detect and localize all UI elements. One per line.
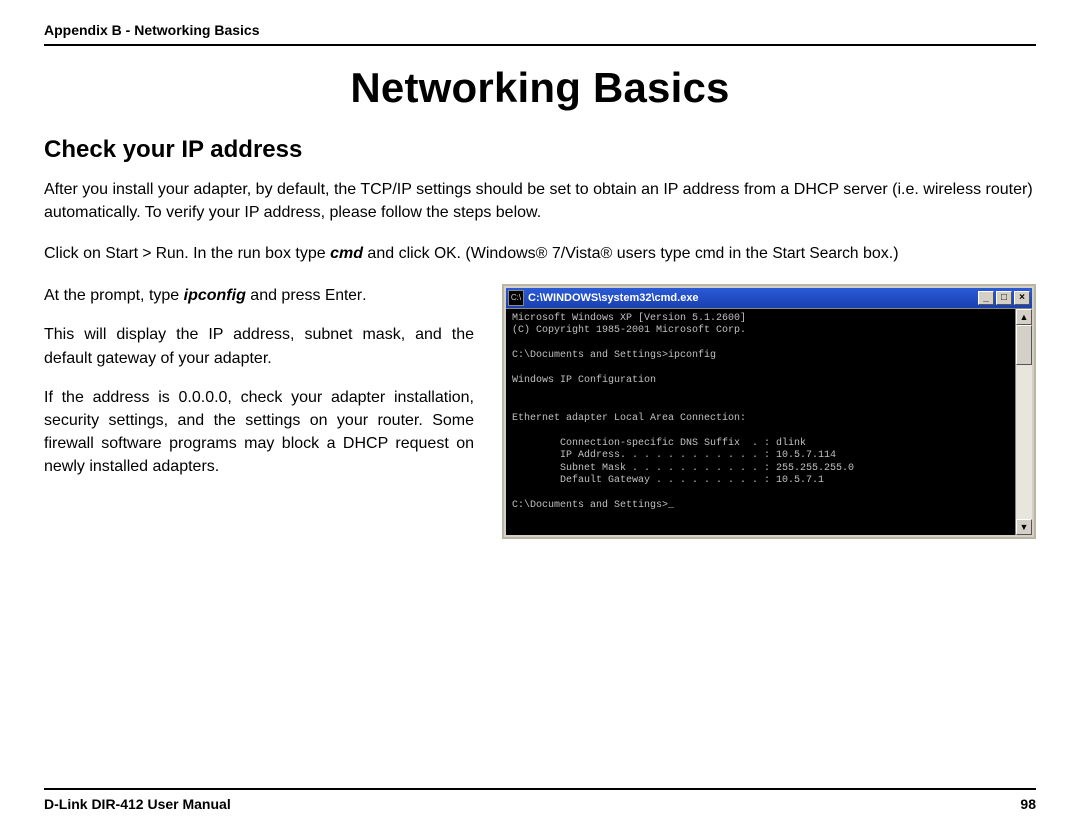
scroll-up-button[interactable]: ▲ xyxy=(1016,309,1032,325)
text: . In the run box type xyxy=(184,245,330,262)
command-prompt-window: C:\ C:\WINDOWS\system32\cmd.exe _ □ × Mi… xyxy=(502,284,1036,539)
appendix-header: Appendix B - Networking Basics xyxy=(44,22,1036,46)
minimize-button[interactable]: _ xyxy=(978,291,994,305)
window-titlebar[interactable]: C:\ C:\WINDOWS\system32\cmd.exe _ □ × xyxy=(506,288,1032,308)
cmd2-text: cmd xyxy=(695,245,724,262)
section-heading: Check your IP address xyxy=(44,136,1036,164)
enter-text: Enter xyxy=(325,287,362,304)
start-search-text: Start Search xyxy=(772,245,858,262)
page-footer: D-Link DIR-412 User Manual 98 xyxy=(44,788,1036,812)
ok-text: OK xyxy=(434,245,456,262)
close-button[interactable]: × xyxy=(1014,291,1030,305)
vertical-scrollbar[interactable]: ▲ ▼ xyxy=(1015,309,1032,535)
ipconfig-text: ipconfig xyxy=(184,287,246,304)
text: . xyxy=(362,287,366,304)
step-1-paragraph: Click on Start > Run. In the run box typ… xyxy=(44,242,1036,265)
text: and click xyxy=(363,245,434,262)
page-title: Networking Basics xyxy=(44,64,1036,112)
start-run-text: Start > Run xyxy=(105,245,184,262)
scroll-down-button[interactable]: ▼ xyxy=(1016,519,1032,535)
display-paragraph: This will display the IP address, subnet… xyxy=(44,323,474,369)
intro-paragraph: After you install your adapter, by defau… xyxy=(44,178,1036,224)
manual-name: D-Link DIR-412 User Manual xyxy=(44,796,231,812)
text: box.) xyxy=(859,245,899,262)
scroll-track[interactable] xyxy=(1016,325,1032,519)
left-column: At the prompt, type ipconfig and press E… xyxy=(44,284,474,495)
text: in the xyxy=(724,245,772,262)
window-title: C:\WINDOWS\system32\cmd.exe xyxy=(528,292,978,304)
cmd-icon: C:\ xyxy=(508,290,524,306)
text: . (Windows® 7/Vista® users type xyxy=(457,245,695,262)
prompt-paragraph: At the prompt, type ipconfig and press E… xyxy=(44,284,474,307)
page-number: 98 xyxy=(1020,796,1036,812)
zero-address-paragraph: If the address is 0.0.0.0, check your ad… xyxy=(44,386,474,479)
maximize-button[interactable]: □ xyxy=(996,291,1012,305)
text: Click on xyxy=(44,245,105,262)
console-output[interactable]: Microsoft Windows XP [Version 5.1.2600] … xyxy=(506,309,1015,535)
cmd-text: cmd xyxy=(330,245,363,262)
scroll-thumb[interactable] xyxy=(1016,325,1032,365)
text: and press xyxy=(246,287,325,304)
text: At the prompt, type xyxy=(44,287,184,304)
